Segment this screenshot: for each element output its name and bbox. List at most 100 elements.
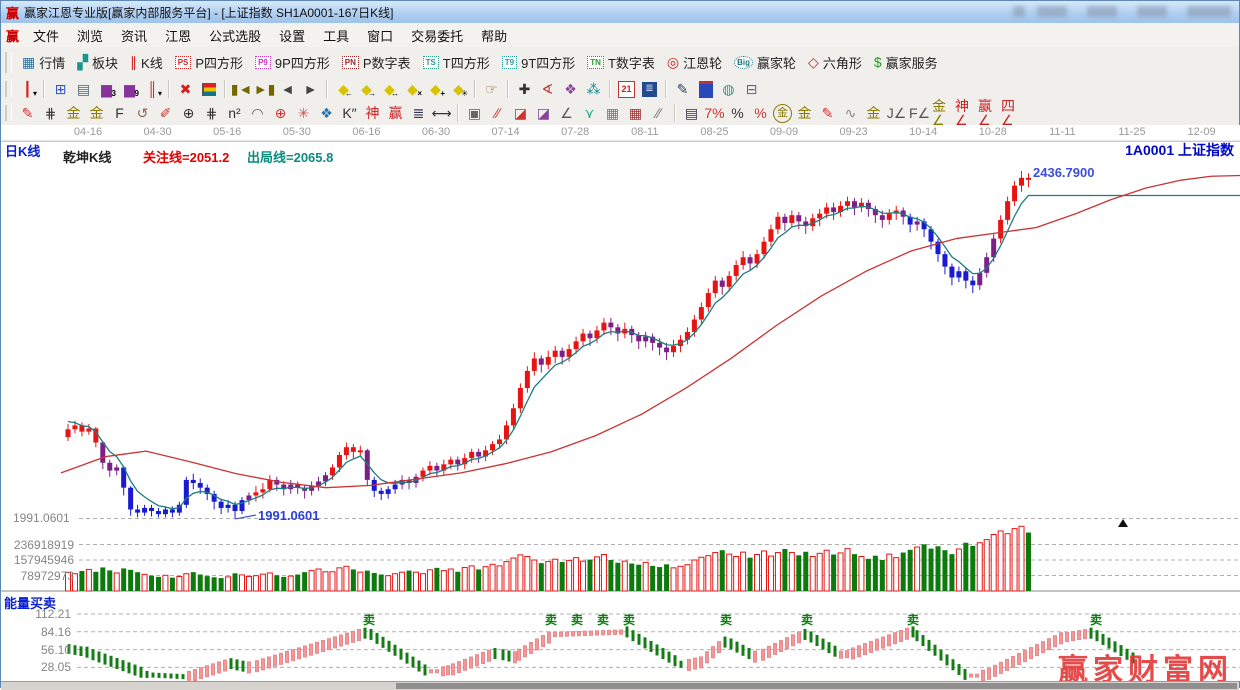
toolbar-button-9t-square[interactable]: T99T四方形 (496, 51, 582, 74)
diamond-star-icon[interactable]: ◆+ (425, 79, 446, 99)
diamond-compress-icon[interactable]: ◆× (402, 79, 423, 99)
grid-red-1-icon[interactable]: ▦ (602, 103, 623, 123)
titlebar-blurred-control[interactable] (1037, 6, 1067, 17)
gold-angle-icon[interactable]: 金∠ (932, 103, 953, 123)
circle-target-icon[interactable]: ⊕ (178, 103, 199, 123)
arc-tool-icon[interactable]: ◠ (247, 103, 268, 123)
diamond-shift-right-icon[interactable]: ◆→ (356, 79, 377, 99)
titlebar-blurred-control[interactable] (1137, 6, 1167, 17)
toolbar-grip[interactable] (5, 52, 12, 73)
diamond-burst-icon[interactable]: ◆✳ (448, 79, 469, 99)
percent-7-icon[interactable]: 7% (704, 103, 725, 123)
titlebar-blurred-control[interactable] (1087, 6, 1117, 17)
menu-item-帮助[interactable]: 帮助 (472, 27, 516, 46)
pen-candle-icon[interactable]: ✎ (817, 103, 838, 123)
titlebar-blurred-control[interactable] (1187, 6, 1231, 17)
box-tool-icon[interactable]: ▣ (464, 103, 485, 123)
angle-measure-icon[interactable]: ∢ (537, 79, 558, 99)
menu-item-资讯[interactable]: 资讯 (112, 27, 156, 46)
toolbar-button-winner-wheel[interactable]: Big赢家轮 (728, 51, 802, 74)
hand-tool-icon[interactable]: ☞ (481, 79, 502, 99)
tick-ruler-icon[interactable]: ⋕ (40, 103, 61, 123)
toolbar-button-kline[interactable]: ∥K线 (124, 51, 169, 74)
toolbar-button-sectors[interactable]: ▞板块 (71, 51, 124, 74)
menu-item-浏览[interactable]: 浏览 (68, 27, 112, 46)
report-card-icon[interactable]: ▤ (73, 79, 94, 99)
wave-tool-icon[interactable]: ∿ (840, 103, 861, 123)
width-tool-icon[interactable]: ⟷ (431, 103, 452, 123)
calendar-tool-icon[interactable]: 21 (616, 79, 637, 99)
gold-circle-icon[interactable]: 金 (773, 104, 792, 123)
kline-chart-area[interactable] (1, 125, 1240, 681)
eraser-tool-icon[interactable]: ✐ (155, 103, 176, 123)
shen-angle-icon[interactable]: 神∠ (955, 103, 976, 123)
toolbar-button-t-square[interactable]: TST四方形 (417, 51, 496, 74)
menu-item-江恩[interactable]: 江恩 (156, 27, 200, 46)
toolbar-button-winner-service[interactable]: $赢家服务 (868, 51, 944, 74)
box-fan-red-icon[interactable]: ◪ (510, 103, 531, 123)
box-fan-purple-icon[interactable]: ◪ (533, 103, 554, 123)
toolbar-button-9p-square[interactable]: P99P四方形 (249, 51, 336, 74)
candle-pattern-dropdown-icon[interactable]: ║▾ (142, 79, 163, 99)
notes-tool-icon[interactable]: ✎ (672, 79, 693, 99)
draw-pen-icon[interactable]: ✎ (17, 103, 38, 123)
toolbar-button-t-number-table[interactable]: TNT数字表 (581, 51, 661, 74)
j-angle-icon[interactable]: J∠ (886, 103, 907, 123)
purple-chart-9-icon[interactable]: ▆9 (119, 79, 140, 99)
v-marks-icon[interactable]: ⋎ (579, 103, 600, 123)
menu-item-窗口[interactable]: 窗口 (358, 27, 402, 46)
print-tool-icon[interactable]: ⊟ (741, 79, 762, 99)
period-label[interactable]: 日K线 (5, 141, 40, 160)
delete-tool-icon[interactable]: ✖ (175, 79, 196, 99)
web-data-tool-icon[interactable]: ◍ (718, 79, 739, 99)
flag-tool-icon[interactable] (198, 79, 219, 99)
n-squared-icon[interactable]: n² (224, 103, 245, 123)
prev-page-icon[interactable]: ◄ (277, 79, 298, 99)
chart-canvas[interactable] (1, 125, 1240, 681)
toolbar-button-p-number-table[interactable]: PNP数字表 (336, 51, 417, 74)
grid-red-2-icon[interactable]: ▦ (625, 103, 646, 123)
kline-style-dropdown-icon[interactable]: ┃▾ (17, 79, 38, 99)
toolbar-button-hexagon[interactable]: ◇六角形 (802, 51, 868, 74)
toolbar-grip[interactable] (5, 81, 12, 98)
gold-plain-icon[interactable]: 金 (863, 103, 884, 123)
angle-lines-icon[interactable]: ∠ (556, 103, 577, 123)
percent-icon[interactable]: % (727, 103, 748, 123)
diamond-shift-left-icon[interactable]: ◆← (333, 79, 354, 99)
gann-net-icon[interactable]: ⊞ (50, 79, 71, 99)
toolbar-button-gann-wheel[interactable]: ◎江恩轮 (661, 51, 728, 74)
last-page-icon[interactable]: ►▮ (254, 79, 275, 99)
toolbar-button-market-quotes[interactable]: ▦行情 (16, 51, 71, 74)
si-angle-icon[interactable]: 四∠ (1001, 103, 1022, 123)
v-ruler-icon[interactable]: ▤ (681, 103, 702, 123)
crosshair-tool-icon[interactable]: ✚ (514, 79, 535, 99)
ying-angle-icon[interactable]: 赢∠ (978, 103, 999, 123)
titlebar-blurred-control[interactable] (1013, 6, 1025, 17)
menu-item-交易委托[interactable]: 交易委托 (402, 27, 472, 46)
f-angle-icon[interactable]: F∠ (909, 103, 930, 123)
shen-tool-icon[interactable]: 神 (362, 103, 383, 123)
gold-grid-1-icon[interactable]: 金 (63, 103, 84, 123)
menu-item-公式选股[interactable]: 公式选股 (200, 27, 270, 46)
menu-item-工具[interactable]: 工具 (314, 27, 358, 46)
gold-grid-2-icon[interactable]: 金 (86, 103, 107, 123)
tick-ruler-2-icon[interactable]: ⋕ (201, 103, 222, 123)
f-grid-icon[interactable]: F (109, 103, 130, 123)
spiral-tool-icon[interactable]: ↺ (132, 103, 153, 123)
calculator-tool-icon[interactable]: ≣ (639, 79, 660, 99)
fan-lines-icon[interactable]: ∕∕ (487, 103, 508, 123)
menu-item-文件[interactable]: 文件 (24, 27, 68, 46)
menu-item-设置[interactable]: 设置 (270, 27, 314, 46)
first-page-icon[interactable]: ▮◄ (231, 79, 252, 99)
gold-lines-icon[interactable]: 金 (794, 103, 815, 123)
scrollbar-thumb[interactable] (396, 683, 1237, 689)
scale-ruler-icon[interactable]: ≣ (408, 103, 429, 123)
purple-chart-3-icon[interactable]: ▆3 (96, 79, 117, 99)
gann-box-tool-icon[interactable]: ❖ (560, 79, 581, 99)
toolbar-grip[interactable] (5, 105, 12, 122)
percent-lines-icon[interactable]: % (750, 103, 771, 123)
web-grid-icon[interactable]: ❖ (316, 103, 337, 123)
gann-web-icon[interactable]: ✳ (293, 103, 314, 123)
toolbar-button-p-square[interactable]: PSP四方形 (169, 51, 249, 74)
k-sign-icon[interactable]: K″ (339, 103, 360, 123)
